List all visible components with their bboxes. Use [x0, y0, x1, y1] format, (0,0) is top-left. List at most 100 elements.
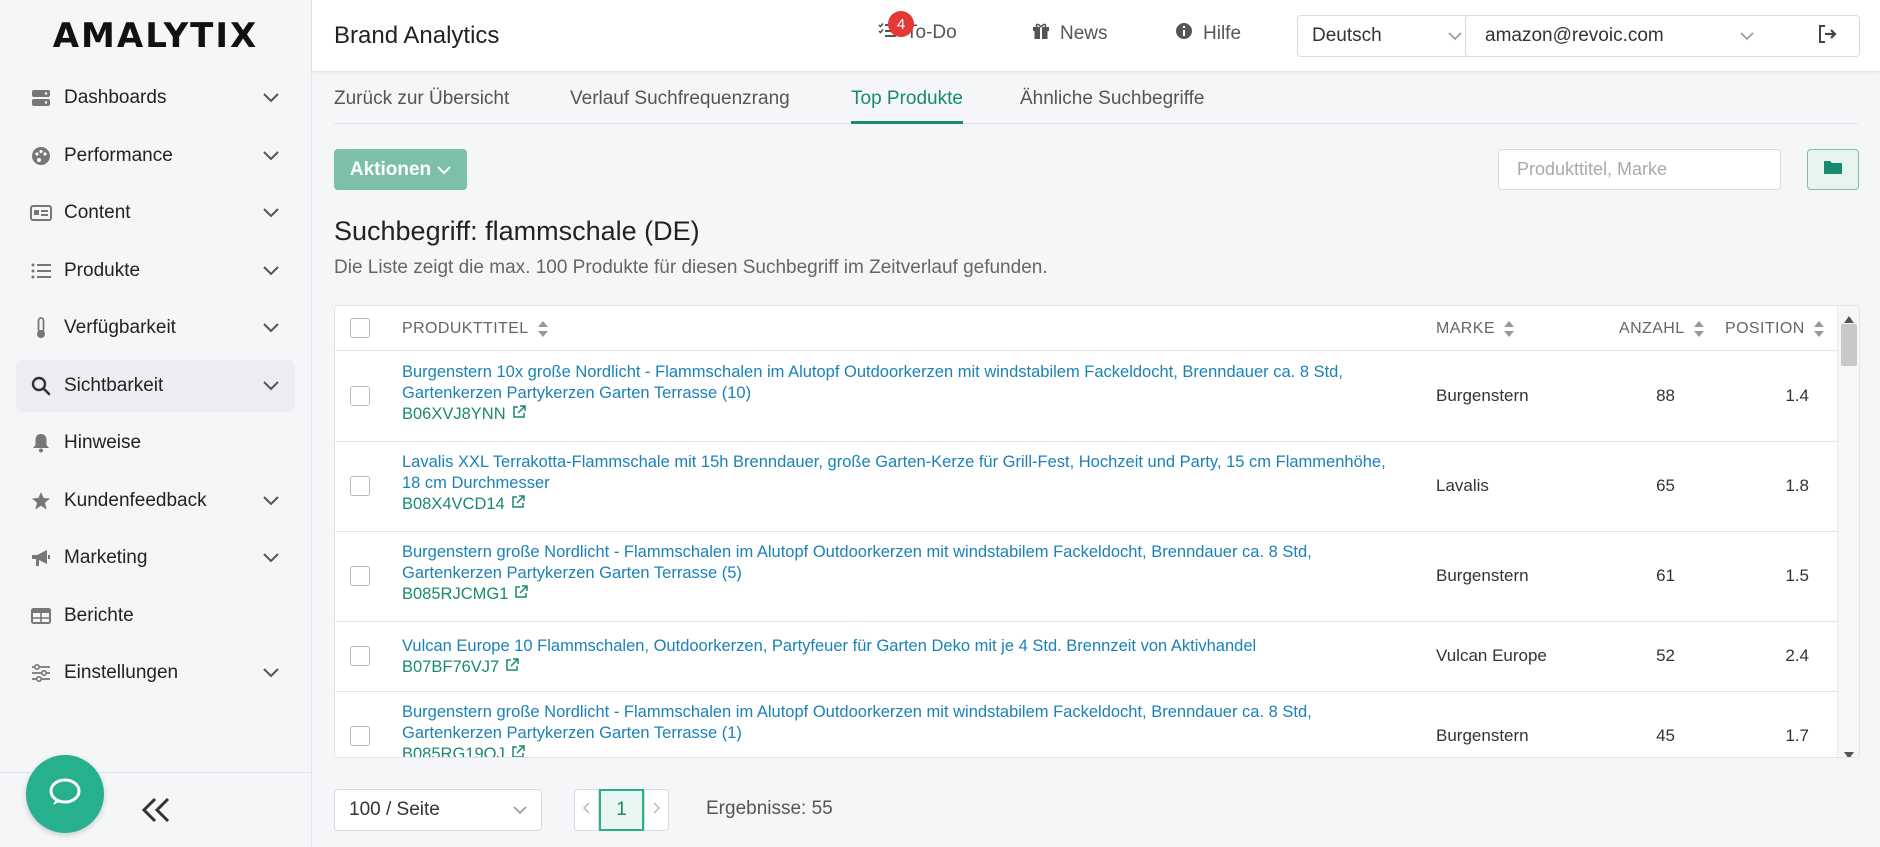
next-page-button[interactable]: [644, 789, 669, 831]
sidebar-item-label: Sichtbarkeit: [64, 374, 164, 396]
help-link[interactable]: Hilfe: [1175, 22, 1241, 46]
position-cell: 1.8: [1785, 476, 1809, 495]
sidebar-item-kundenfeedback[interactable]: Kundenfeedback: [16, 475, 295, 527]
todo-count-badge: 4: [888, 11, 914, 37]
table-scrollbar[interactable]: [1837, 306, 1859, 757]
tab-aehnliche-suchbegriffe[interactable]: Ähnliche Suchbegriffe: [1020, 88, 1205, 124]
column-header-count[interactable]: ANZAHL: [1619, 319, 1705, 339]
news-link[interactable]: News: [1032, 22, 1108, 46]
position-cell: 1.5: [1785, 566, 1809, 585]
pagination: 1: [574, 789, 669, 831]
news-label: News: [1060, 23, 1108, 44]
sidebar-item-content[interactable]: Content: [16, 187, 295, 239]
asin-link[interactable]: B08X4VCD14: [402, 495, 525, 514]
product-title-link[interactable]: Burgenstern große Nordlicht - Flammschal…: [402, 542, 1402, 584]
search-term-heading: Suchbegriff: flammschale (DE): [334, 216, 700, 246]
product-title-link[interactable]: Lavalis XXL Terrakotta-Flammschale mit 1…: [402, 452, 1422, 494]
description-text: Die Liste zeigt die max. 100 Produkte fü…: [334, 257, 1048, 278]
column-header-position[interactable]: POSITION: [1725, 319, 1825, 339]
help-label: Hilfe: [1203, 23, 1242, 44]
sidebar-item-label: Produkte: [64, 259, 141, 281]
star-icon: [30, 490, 52, 512]
brand-cell: Burgenstern: [1436, 566, 1529, 585]
chevron-down-icon: [261, 318, 281, 338]
scroll-down-arrow-icon[interactable]: [1844, 746, 1854, 757]
chevron-right-icon: [653, 801, 661, 819]
external-link-icon: [514, 585, 529, 604]
select-all-checkbox[interactable]: [350, 318, 370, 338]
sidebar-item-produkte[interactable]: Produkte: [16, 245, 295, 297]
gift-icon: [1032, 22, 1050, 46]
count-cell: 61: [1656, 566, 1675, 585]
asin-link[interactable]: B06XVJ8YNN: [402, 405, 526, 424]
chat-button[interactable]: [26, 755, 104, 833]
sidebar-item-einstellungen[interactable]: Einstellungen: [16, 647, 295, 699]
count-cell: 65: [1656, 476, 1675, 495]
account-value: amazon@revoic.com: [1485, 25, 1664, 46]
megaphone-icon: [30, 547, 52, 569]
column-header-label: MARKE: [1436, 320, 1495, 337]
chevron-down-icon: [261, 203, 281, 223]
tab-verlauf-suchfrequenzrang[interactable]: Verlauf Suchfrequenzrang: [570, 88, 790, 124]
sidebar-item-dashboards[interactable]: Dashboards: [16, 72, 295, 124]
asin-link[interactable]: B085RG19QJ: [402, 745, 525, 757]
logout-button[interactable]: [1797, 15, 1860, 57]
sidebar-item-berichte[interactable]: Berichte: [16, 590, 295, 642]
sidebar-item-sichtbarkeit[interactable]: Sichtbarkeit: [16, 359, 295, 412]
sidebar-item-label: Verfügbarkeit: [64, 317, 176, 338]
sidebar-item-marketing[interactable]: Marketing: [16, 532, 295, 584]
folder-button[interactable]: [1807, 149, 1859, 190]
chevron-down-icon: [513, 799, 527, 821]
column-header-brand[interactable]: MARKE: [1436, 319, 1515, 339]
count-cell: 88: [1656, 386, 1675, 405]
row-checkbox[interactable]: [350, 476, 370, 496]
table-header: PRODUKTTITEL MARKE ANZAHL POSITION: [335, 306, 1837, 351]
info-icon: [1175, 22, 1193, 46]
asin-link[interactable]: B085RJCMG1: [402, 585, 529, 604]
actions-label: Aktionen: [349, 158, 432, 180]
chevron-down-icon: [261, 376, 281, 396]
product-title-line: Gartenkerzen Partykerzen Garten Terrasse…: [402, 564, 742, 582]
column-header-title[interactable]: PRODUKTTITEL: [402, 319, 549, 339]
count-cell: 45: [1656, 726, 1675, 745]
search-input[interactable]: [1498, 149, 1781, 190]
sidebar-item-hinweise[interactable]: Hinweise: [16, 417, 295, 469]
page-size-select[interactable]: 100 / Seite: [334, 789, 542, 831]
row-checkbox[interactable]: [350, 646, 370, 666]
sort-icon: [537, 319, 549, 339]
language-select[interactable]: Deutsch: [1297, 15, 1477, 57]
product-title-link[interactable]: Vulcan Europe 10 Flammschalen, Outdoorke…: [402, 636, 1402, 657]
tab-zurueck[interactable]: Zurück zur Übersicht: [334, 88, 509, 124]
actions-button[interactable]: Aktionen: [334, 149, 467, 190]
bell-icon: [30, 432, 52, 454]
row-checkbox[interactable]: [350, 726, 370, 746]
position-cell: 1.7: [1785, 726, 1809, 745]
product-title-link[interactable]: Burgenstern große Nordlicht - Flammschal…: [402, 702, 1402, 744]
collapse-sidebar-button[interactable]: [138, 794, 174, 830]
product-title-line: Gartenkerzen Partykerzen Garten Terrasse…: [402, 724, 742, 742]
asin-link[interactable]: B07BF76VJ7: [402, 658, 519, 677]
page-number-button[interactable]: 1: [599, 789, 644, 831]
products-table: PRODUKTTITEL MARKE ANZAHL POSITION Burge…: [334, 305, 1860, 758]
row-checkbox[interactable]: [350, 566, 370, 586]
chevron-down-icon: [261, 146, 281, 166]
column-header-label: POSITION: [1725, 320, 1805, 337]
logo[interactable]: AMALYTIX: [0, 0, 311, 72]
asin-label: B085RJCMG1: [402, 585, 509, 603]
product-title-link[interactable]: Burgenstern 10x große Nordlicht - Flamms…: [402, 362, 1402, 404]
chevron-down-icon: [261, 663, 281, 683]
asin-label: B07BF76VJ7: [402, 658, 500, 676]
sidebar-item-label: Hinweise: [64, 432, 142, 453]
sidebar-item-label: Performance: [64, 144, 173, 166]
prev-page-button[interactable]: [574, 789, 599, 831]
account-select[interactable]: amazon@revoic.com: [1465, 15, 1799, 57]
table-icon: [30, 605, 52, 627]
chevron-down-icon: [261, 491, 281, 511]
scrollbar-thumb[interactable]: [1841, 324, 1857, 366]
sidebar-item-verfuegbarkeit[interactable]: Verfügbarkeit: [16, 302, 295, 354]
server-icon: [30, 87, 52, 109]
row-checkbox[interactable]: [350, 386, 370, 406]
sidebar-item-performance[interactable]: Performance: [16, 130, 295, 182]
chevron-down-icon: [261, 548, 281, 568]
tab-top-produkte[interactable]: Top Produkte: [851, 88, 963, 124]
